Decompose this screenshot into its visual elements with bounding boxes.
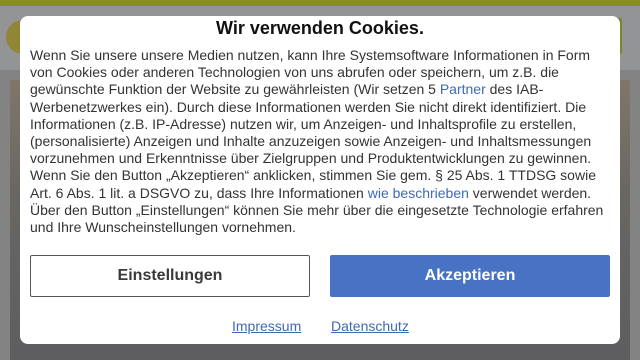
accept-button[interactable]: Akzeptieren bbox=[330, 255, 610, 297]
described-link[interactable]: wie beschrieben bbox=[368, 185, 469, 201]
body-text-2: des IAB-Werbenetzwerkes ein). Durch dies… bbox=[30, 81, 596, 201]
settings-button[interactable]: Einstellungen bbox=[30, 255, 310, 297]
datenschutz-link[interactable]: Datenschutz bbox=[331, 317, 409, 335]
dialog-body-text: Wenn Sie unsere unsere Medien nutzen, ka… bbox=[30, 47, 615, 236]
partner-link[interactable]: Partner bbox=[440, 81, 486, 97]
cookie-consent-dialog: Wir verwenden Cookies. Wenn Sie unsere u… bbox=[20, 16, 620, 344]
impressum-link[interactable]: Impressum bbox=[232, 317, 301, 335]
dialog-title: Wir verwenden Cookies. bbox=[216, 18, 424, 38]
